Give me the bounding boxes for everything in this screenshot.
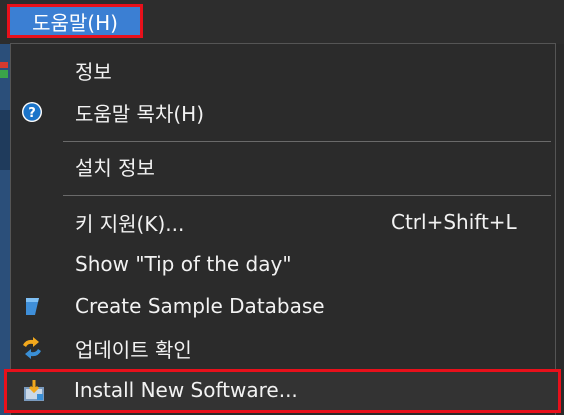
background-window-edge	[0, 44, 10, 415]
menu-item-label: 정보	[75, 59, 112, 84]
menu-separator	[63, 195, 551, 196]
help-dropdown-menu: 정보 ? 도움말 목차(H) 설치 정보 키 지원(K)... Ctrl+Shi…	[10, 43, 556, 415]
menu-item-label: 업데이트 확인	[75, 337, 192, 362]
background-panel	[0, 110, 10, 170]
menu-item-label: 도움말 목차(H)	[75, 101, 205, 126]
menu-item-label: 설치 정보	[75, 155, 155, 180]
menu-item-create-sample-database[interactable]: Create Sample Database	[11, 288, 555, 324]
svg-text:?: ?	[28, 106, 36, 121]
menu-item-label: 키 지원(K)...	[75, 211, 185, 236]
help-menu-label: 도움말(H)	[32, 10, 118, 35]
background-marker-red	[0, 62, 8, 68]
menu-item-label: Install New Software...	[74, 378, 298, 402]
menu-item-label: Show "Tip of the day"	[75, 252, 292, 276]
help-menu-button[interactable]: 도움말(H)	[7, 4, 143, 38]
menu-item-about[interactable]: 정보	[11, 52, 555, 88]
help-circle-icon: ?	[19, 99, 45, 125]
menu-item-help-contents[interactable]: ? 도움말 목차(H)	[11, 94, 555, 130]
menu-item-tip-of-the-day[interactable]: Show "Tip of the day"	[11, 246, 555, 282]
menu-separator	[63, 141, 551, 142]
menu-item-shortcut: Ctrl+Shift+L	[391, 210, 517, 234]
background-marker-green	[0, 70, 8, 78]
menu-item-key-assist[interactable]: 키 지원(K)... Ctrl+Shift+L	[11, 204, 555, 240]
menu-item-label: Create Sample Database	[75, 294, 325, 318]
menu-item-check-for-updates[interactable]: 업데이트 확인	[11, 330, 555, 366]
database-icon	[19, 293, 45, 319]
menu-item-install-new-software[interactable]: Install New Software...	[4, 369, 561, 413]
install-software-icon	[21, 378, 47, 404]
menu-item-installation-info[interactable]: 설치 정보	[11, 148, 555, 184]
update-arrows-icon	[19, 335, 45, 361]
